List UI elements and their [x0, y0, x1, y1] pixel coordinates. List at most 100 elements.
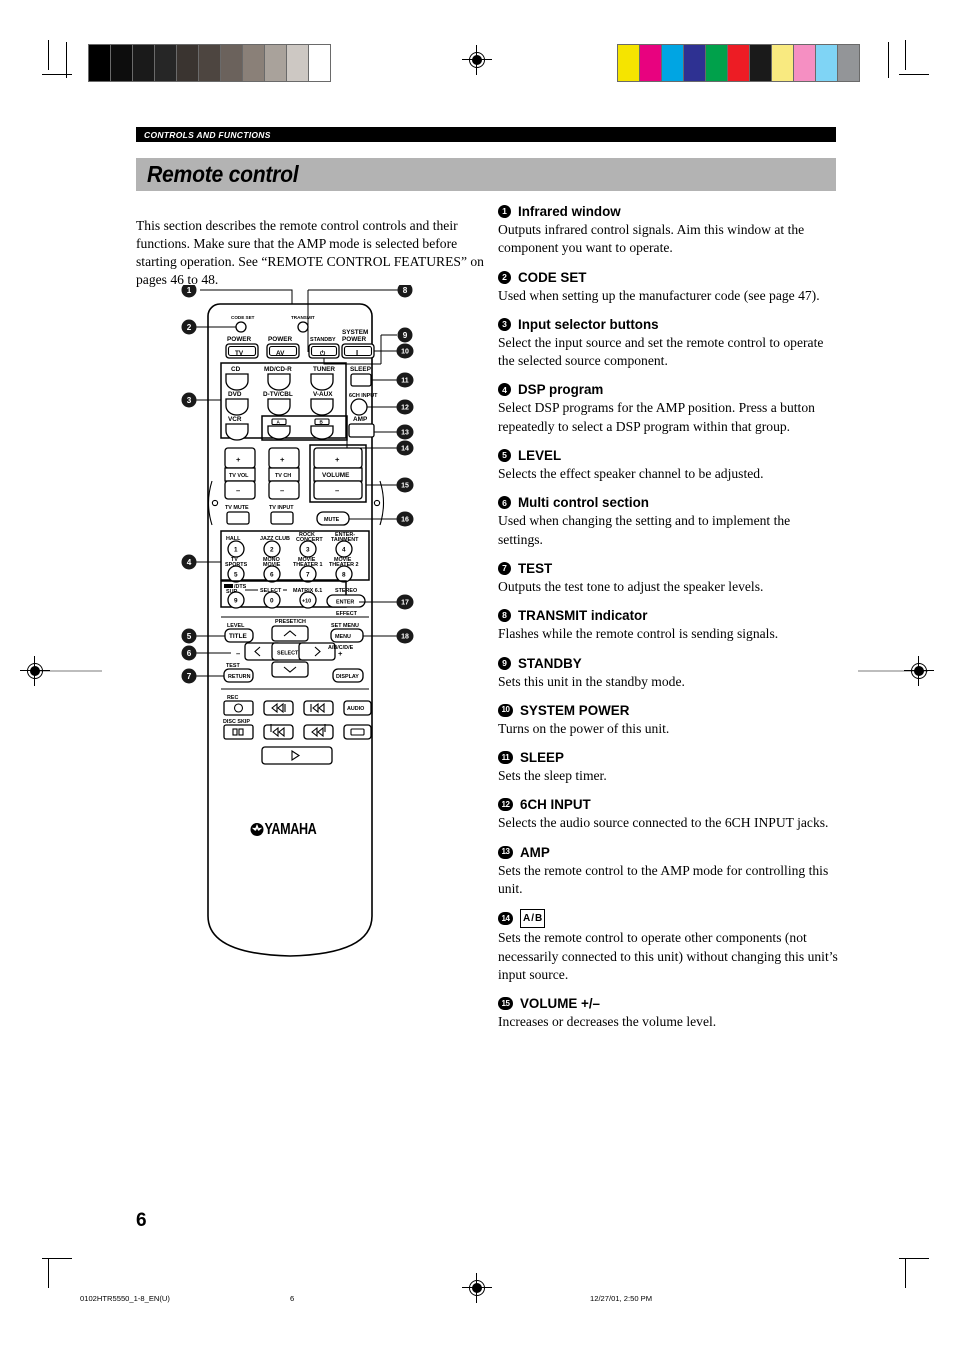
- svg-text:SLEEP: SLEEP: [350, 366, 372, 373]
- description-title: Input selector buttons: [518, 316, 659, 332]
- svg-text:TV: TV: [235, 350, 244, 357]
- description-body: Selects the effect speaker channel to be…: [498, 466, 764, 482]
- footer-page: 6: [290, 1294, 295, 1303]
- svg-text:3: 3: [306, 547, 310, 554]
- svg-text:12: 12: [401, 405, 409, 412]
- svg-text:1: 1: [234, 547, 238, 554]
- svg-text:TV MUTE: TV MUTE: [225, 505, 249, 511]
- callout-number: 5: [498, 449, 511, 463]
- svg-text:6CH INPUT: 6CH INPUT: [349, 393, 378, 399]
- description-body: Sets the remote control to the AMP mode …: [498, 862, 829, 897]
- svg-text:–: –: [236, 649, 240, 658]
- svg-text:3: 3: [187, 396, 192, 405]
- crop-mark-tl-h: [42, 74, 72, 75]
- registration-mark-top: [462, 45, 492, 75]
- svg-text:2: 2: [187, 323, 192, 332]
- svg-text:MENU: MENU: [335, 634, 351, 640]
- callout-number: 8: [498, 609, 511, 623]
- svg-text:MD/CD-R: MD/CD-R: [264, 366, 292, 373]
- svg-text:+10: +10: [302, 599, 311, 605]
- svg-text:TV VOL: TV VOL: [229, 473, 249, 479]
- description-heading: 13 AMP: [498, 844, 838, 861]
- callout-number: 3: [498, 317, 511, 331]
- footer-filename: 0102HTR5550_1-8_EN(U): [80, 1294, 170, 1303]
- description-entry: 11 SLEEP Sets the sleep timer.: [498, 749, 838, 785]
- svg-text:DVD: DVD: [228, 391, 242, 398]
- svg-text:DISPLAY: DISPLAY: [336, 674, 359, 680]
- svg-text:D-TV/CBL: D-TV/CBL: [263, 391, 293, 398]
- svg-text:POWER: POWER: [342, 336, 367, 343]
- svg-text:16: 16: [401, 517, 409, 524]
- description-heading: 6 Multi control section: [498, 494, 838, 511]
- description-title: Multi control section: [518, 495, 649, 511]
- description-body: Flashes while the remote control is send…: [498, 626, 779, 642]
- color-bar: [617, 44, 860, 82]
- svg-text:4: 4: [187, 558, 192, 567]
- svg-text:7: 7: [187, 672, 192, 681]
- callout-number: 7: [498, 561, 511, 575]
- page-number: 6: [136, 1210, 147, 1231]
- callout-number: 6: [498, 496, 511, 510]
- trim-line-left: [66, 42, 67, 78]
- svg-text:–: –: [236, 486, 240, 495]
- registration-mark-bottom: [462, 1273, 492, 1303]
- description-heading: 8 TRANSMIT indicator: [498, 607, 838, 624]
- svg-text:POWER: POWER: [268, 336, 293, 343]
- description-entry: 8 TRANSMIT indicator Flashes while the rem…: [498, 607, 838, 643]
- svg-text:AMP: AMP: [353, 416, 368, 423]
- description-entry: 4 DSP program Select DSP programs for the …: [498, 381, 838, 436]
- description-entry: 5 LEVEL Selects the effect speaker channel…: [498, 447, 838, 483]
- ab-key-glyph: A / B: [520, 909, 546, 929]
- callout-number: 12: [498, 798, 513, 812]
- description-entry: 13 AMP Sets the remote control to the AMP …: [498, 844, 838, 899]
- svg-text:VOLUME: VOLUME: [322, 472, 350, 479]
- svg-text:+: +: [236, 455, 241, 464]
- description-body: Select DSP programs for the AMP position…: [498, 400, 815, 434]
- svg-text:+: +: [335, 455, 340, 464]
- svg-text:REC: REC: [227, 695, 238, 701]
- svg-text:7: 7: [306, 572, 310, 579]
- callout-number: 2: [498, 270, 511, 284]
- svg-text:AV: AV: [276, 350, 285, 357]
- description-body: Sets the remote control to operate other…: [498, 930, 838, 982]
- svg-text:EFFECT: EFFECT: [336, 611, 358, 617]
- description-title: 6CH INPUT: [520, 797, 591, 813]
- svg-text:V-AUX: V-AUX: [313, 391, 333, 398]
- crop-mark-bl-v: [48, 1258, 49, 1288]
- svg-text:4: 4: [342, 547, 346, 554]
- ab-key-a: A: [523, 913, 531, 925]
- description-entry: 1 Infrared window Outputs infrared control…: [498, 203, 838, 258]
- svg-text:STEREO: STEREO: [335, 588, 357, 594]
- svg-text:6: 6: [187, 649, 192, 658]
- grayscale-bar: [88, 44, 331, 82]
- callout-number: 15: [498, 997, 513, 1011]
- crop-mark-br-v: [905, 1258, 906, 1288]
- svg-text:15: 15: [401, 483, 409, 490]
- description-entry: 2 CODE SET Used when setting up the manufa…: [498, 269, 838, 305]
- section-tab-label: CONTROLS AND FUNCTIONS: [144, 129, 271, 140]
- svg-text:8: 8: [403, 286, 408, 295]
- description-heading: 9 STANDBY: [498, 655, 838, 672]
- description-entry: 15 VOLUME +/– Increases or decreases the v…: [498, 995, 838, 1031]
- svg-text:11: 11: [401, 378, 409, 385]
- description-title: TRANSMIT indicator: [518, 608, 648, 624]
- description-body: Sets this unit in the standby mode.: [498, 673, 685, 689]
- svg-text:YAMAHA: YAMAHA: [265, 821, 318, 839]
- description-heading: 15 VOLUME +/–: [498, 995, 838, 1012]
- svg-text:2: 2: [270, 547, 274, 554]
- description-title: DSP program: [518, 382, 604, 398]
- svg-text:CODE SET: CODE SET: [231, 315, 255, 320]
- description-title: AMP: [520, 844, 550, 860]
- callout-number: 13: [498, 845, 513, 859]
- description-body: Selects the audio source connected to th…: [498, 815, 829, 831]
- ab-key-b: B: [535, 913, 543, 925]
- svg-text:B: B: [320, 420, 324, 425]
- crop-mark-tr-v: [905, 40, 906, 70]
- description-heading: 4 DSP program: [498, 381, 838, 398]
- description-body: Select the input source and set the remo…: [498, 334, 824, 369]
- description-body: Outputs infrared control signals. Aim th…: [498, 222, 805, 256]
- svg-text:8: 8: [342, 572, 346, 579]
- svg-text:6: 6: [270, 572, 274, 579]
- description-entry: 3 Input selector buttons Select the input …: [498, 316, 838, 371]
- svg-text:9: 9: [403, 331, 408, 340]
